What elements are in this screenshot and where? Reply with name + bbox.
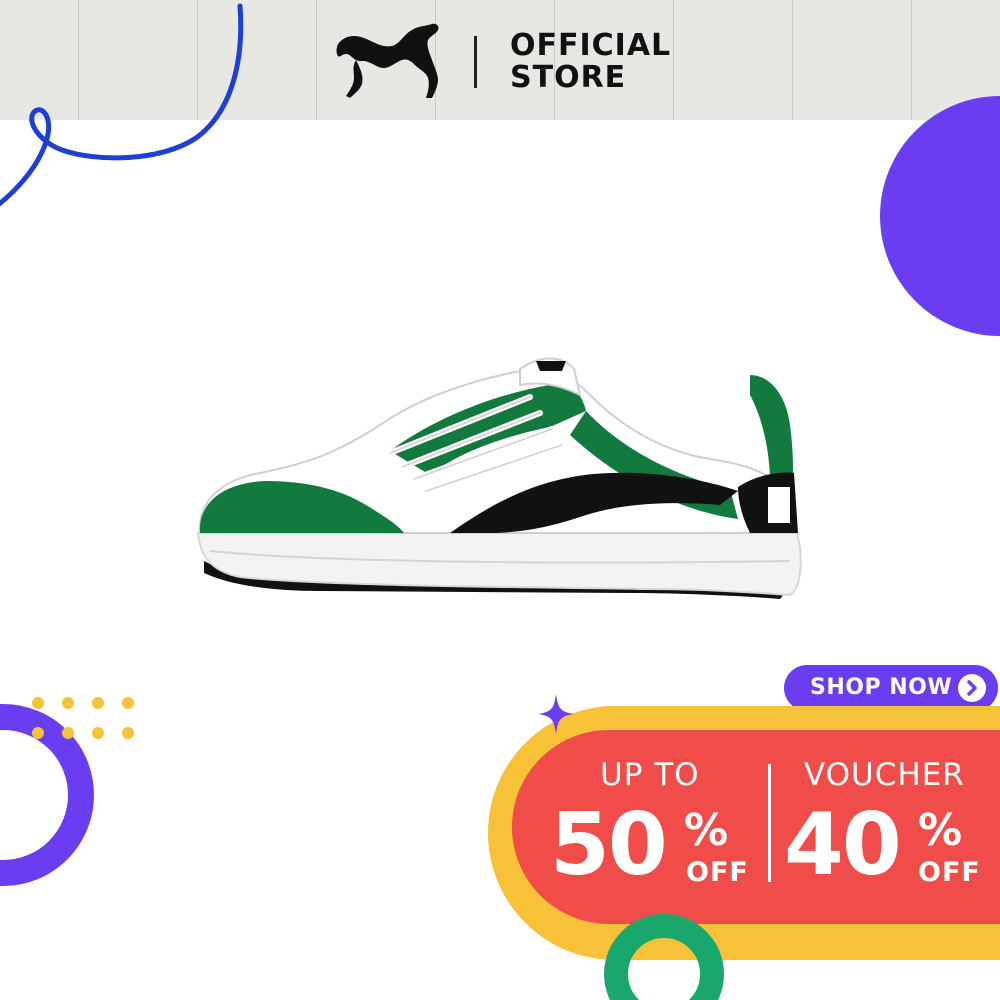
puma-logo[interactable]: [334, 14, 446, 106]
chevron-right-icon-glyph: [967, 680, 977, 696]
grid-line: [316, 0, 317, 120]
puma-cat-icon: [336, 23, 439, 99]
shop-now-label: SHOP NOW: [810, 675, 953, 700]
promo-discount-percent: %: [684, 805, 729, 856]
grid-line: [792, 0, 793, 120]
grid-line: [911, 0, 912, 120]
store-title-line2: STORE: [510, 60, 627, 95]
promo-voucher-percent: %: [918, 805, 963, 856]
purple-circle-decoration: [880, 96, 1000, 336]
promo-voucher-label: VOUCHER: [804, 757, 965, 793]
sparkle-icon: [538, 694, 574, 734]
purple-ring-decoration: [0, 704, 94, 886]
promo-divider: [768, 764, 771, 882]
sneaker-image: [196, 357, 802, 599]
grid-line: [673, 0, 674, 120]
dot-decoration: [92, 697, 104, 709]
promo-discount-value: 50: [550, 795, 668, 895]
dot-decoration: [62, 697, 74, 709]
blue-squiggle-decoration: [0, 3, 244, 207]
dot-decoration: [32, 727, 44, 739]
dot-decoration: [122, 727, 134, 739]
dot-decoration: [32, 697, 44, 709]
store-title-line1: OFFICIAL: [510, 28, 672, 63]
product-banner: OFFICIAL STORE SHOP NOW UP TO 50 % OFF V…: [0, 0, 1000, 1000]
dot-decoration: [122, 697, 134, 709]
brand-divider: [474, 36, 477, 88]
store-title: OFFICIAL STORE: [510, 30, 671, 94]
shop-now-button[interactable]: SHOP NOW: [784, 665, 998, 711]
chevron-right-icon: [958, 674, 986, 702]
promo-voucher-value: 40: [784, 795, 902, 895]
promo-discount-off: OFF: [686, 857, 749, 888]
promo-upto-label: UP TO: [600, 757, 700, 793]
promo-voucher-off: OFF: [918, 857, 981, 888]
dot-decoration: [92, 727, 104, 739]
dot-decoration: [62, 727, 74, 739]
